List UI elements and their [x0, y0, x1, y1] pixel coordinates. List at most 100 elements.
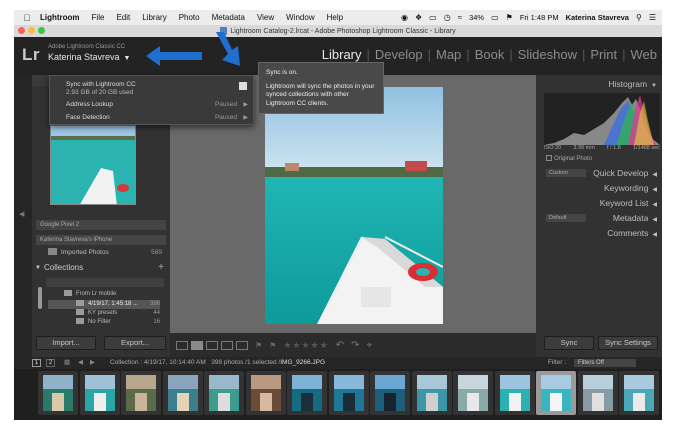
keyword-list-title: Keyword List [599, 198, 649, 208]
filmstrip-thumbnail[interactable] [162, 371, 203, 415]
module-library[interactable]: Library [317, 47, 367, 62]
filmstrip-thumbnail[interactable] [328, 371, 369, 415]
battery-icon[interactable]: ▭ [491, 13, 499, 22]
thumbnail-image [333, 375, 364, 411]
grid-icon[interactable]: ▦ [64, 357, 70, 369]
collection-item-selected[interactable]: 4/19/17, 1:45:18 ... 398 [48, 300, 160, 309]
filmstrip-thumbnail-selected[interactable] [536, 371, 576, 415]
notification-center-icon[interactable]: ☰ [649, 13, 656, 22]
filmstrip-thumbnail[interactable] [370, 371, 410, 415]
face-detection-row[interactable]: Face Detection Paused ▶ [50, 114, 253, 121]
imported-photos-folder[interactable]: Imported Photos 589 [32, 247, 166, 258]
menu-edit[interactable]: Edit [110, 13, 136, 22]
flag-pick-icon[interactable]: ⚑ [255, 341, 262, 350]
flag-reject-icon[interactable]: ⚑ [269, 341, 276, 350]
filter-select[interactable]: Filters Off [574, 359, 636, 367]
keywording-header[interactable]: Keywording ◀ [536, 182, 662, 195]
histogram[interactable] [544, 93, 660, 145]
left-panel-toggle[interactable]: ◀ [14, 75, 32, 357]
import-button[interactable]: Import... [36, 336, 96, 350]
time-machine-icon[interactable]: ◷ [444, 13, 451, 22]
keyword-list-header[interactable]: Keyword List ◀ [536, 197, 662, 210]
filmstrip-thumbnail[interactable] [411, 371, 452, 415]
module-map[interactable]: Map [431, 47, 466, 62]
module-web[interactable]: Web [626, 47, 663, 62]
export-button[interactable]: Export... [104, 336, 166, 350]
menu-view[interactable]: View [251, 13, 280, 22]
address-lookup-row[interactable]: Address Lookup Paused ▶ [50, 101, 253, 108]
menu-app-name[interactable]: Lightroom [34, 13, 86, 22]
histogram-header[interactable]: Histogram ▼ [536, 78, 662, 91]
menu-metadata[interactable]: Metadata [206, 13, 251, 22]
add-collection-icon[interactable]: + [158, 262, 164, 274]
apple-icon[interactable]:  [20, 13, 34, 23]
filmstrip-thumbnail[interactable] [287, 371, 327, 415]
loupe-view-icon[interactable] [191, 340, 203, 350]
menu-photo[interactable]: Photo [173, 13, 206, 22]
thumbnail-image [209, 375, 239, 411]
sync-settings-button[interactable]: Sync Settings [598, 336, 658, 350]
filmstrip-thumbnail[interactable] [38, 371, 78, 415]
spotlight-icon[interactable]: ⚲ [636, 13, 642, 22]
rotate-left-icon[interactable]: ↶ [336, 340, 344, 351]
grid-view-icon[interactable] [176, 340, 188, 350]
filmstrip-thumbnail[interactable] [79, 371, 120, 415]
clock[interactable]: Fri 1:48 PM [520, 13, 559, 22]
navigator-preview[interactable] [50, 125, 136, 205]
crop-overlay-icon[interactable]: ⌖ [366, 340, 372, 351]
menu-window[interactable]: Window [280, 13, 320, 22]
module-print[interactable]: Print [585, 47, 622, 62]
filmstrip-thumbnail[interactable] [577, 371, 618, 415]
left-panel-scrollbar[interactable] [38, 287, 42, 309]
filmstrip-thumbnail[interactable] [245, 371, 286, 415]
device-iphone[interactable]: Katerina Stavreva's iPhone [36, 235, 166, 245]
collection-item-ky-presets[interactable]: KY presets 44 [48, 309, 160, 318]
filmstrip-thumbnail[interactable] [494, 371, 535, 415]
quick-develop-header[interactable]: Quick Develop ◀ [536, 167, 662, 180]
metadata-header[interactable]: Metadata ◀ [536, 212, 662, 225]
sync-usage: 2.93 GB of 20 GB used [66, 89, 134, 96]
filmstrip-thumbnail[interactable] [453, 371, 493, 415]
device-google-pixel[interactable]: Google Pixel 2 [36, 220, 166, 230]
creative-cloud-icon[interactable]: ◉ [401, 13, 408, 22]
wifi-icon[interactable]: ≈ [458, 13, 462, 22]
filmstrip-thumbnail[interactable] [204, 371, 244, 415]
pause-sync-button[interactable] [239, 82, 247, 90]
collection-set-lr-mobile[interactable]: From Lr mobile [64, 290, 164, 299]
collections-filter-input[interactable] [46, 278, 164, 287]
survey-view-icon[interactable] [221, 340, 233, 350]
comments-header[interactable]: Comments ◀ [536, 227, 662, 240]
source-path: Collection : 4/19/17, 10:14:40 AM [110, 359, 206, 366]
people-view-icon[interactable] [236, 340, 248, 350]
module-slideshow[interactable]: Slideshow [513, 47, 582, 62]
close-window-button[interactable] [18, 27, 25, 34]
menu-help[interactable]: Help [321, 13, 349, 22]
lightroom-logo: Lr [22, 45, 40, 64]
zoom-window-button[interactable] [38, 27, 45, 34]
airplay-icon[interactable]: ▭ [429, 13, 437, 22]
filmstrip-thumbnail[interactable] [619, 371, 659, 415]
collections-header[interactable]: ▼ Collections + [32, 262, 170, 274]
module-develop[interactable]: Develop [370, 47, 428, 62]
source-breadcrumb[interactable]: Collection : 4/19/17, 10:14:40 AM 398 ph… [110, 357, 325, 369]
dropbox-icon[interactable]: ❖ [415, 13, 422, 22]
forward-arrow-icon[interactable]: ▶ [90, 357, 95, 369]
minimize-window-button[interactable] [28, 27, 35, 34]
identity-user-menu[interactable]: Katerina Stavreva ▼ [48, 52, 130, 62]
menu-library[interactable]: Library [136, 13, 172, 22]
user-menu[interactable]: Katerina Stavreva [566, 13, 629, 22]
back-arrow-icon[interactable]: ◀ [78, 357, 83, 369]
rotate-right-icon[interactable]: ↷ [351, 340, 359, 351]
primary-display-button[interactable]: 1 [32, 359, 41, 367]
flag-icon[interactable]: ⚑ [506, 13, 513, 22]
module-book[interactable]: Book [470, 47, 510, 62]
collection-item-no-filter[interactable]: No Filter 16 [48, 318, 160, 327]
filmstrip-thumbnail[interactable] [121, 371, 161, 415]
main-photo[interactable] [265, 87, 443, 324]
star-rating[interactable]: ★★★★★ [283, 340, 328, 351]
sync-button[interactable]: Sync [544, 336, 594, 350]
secondary-display-button[interactable]: 2 [46, 359, 55, 367]
menu-file[interactable]: File [86, 13, 111, 22]
compare-view-icon[interactable] [206, 340, 218, 350]
original-photo-toggle[interactable]: Original Photo [546, 155, 592, 162]
